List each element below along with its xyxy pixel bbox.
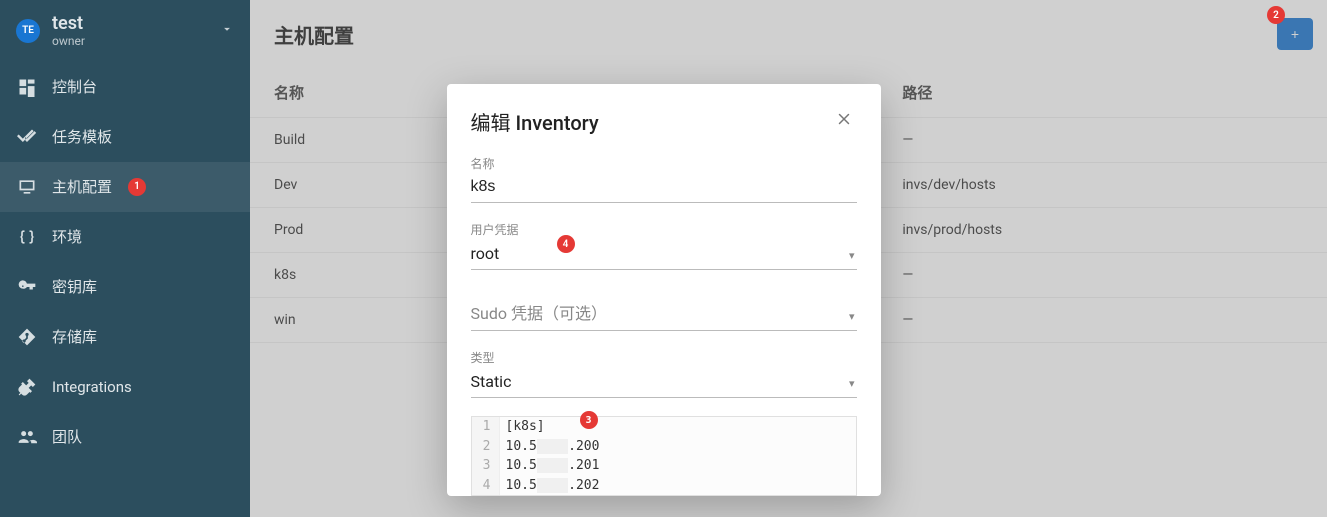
edit-inventory-dialog: 编辑 Inventory 名称 用户凭据 root ▾ 4 Sudo 凭据（可选…: [447, 84, 881, 496]
sidebar-item-environment[interactable]: 环境: [0, 212, 250, 262]
field-sudo-credential: Sudo 凭据（可选） ▾: [471, 296, 857, 331]
dashboard-icon: [16, 76, 38, 98]
code-line: 10.5x.xx.201: [500, 456, 600, 476]
annotation-3: 3: [580, 411, 598, 429]
monitor-icon: [16, 176, 38, 198]
field-label: 用户凭据: [471, 221, 857, 238]
check-all-icon: [16, 126, 38, 148]
sidebar-nav: 控制台 任务模板 主机配置 1 环境 密钥库 存储库: [0, 62, 250, 462]
sidebar-item-team[interactable]: 团队: [0, 412, 250, 462]
field-name: 名称: [471, 155, 857, 203]
plug-icon: [16, 376, 38, 398]
annotation-2: 2: [1267, 6, 1285, 24]
sidebar-item-label: 存储库: [52, 326, 234, 347]
code-line: [k8s]: [500, 417, 545, 437]
sidebar-item-dashboard[interactable]: 控制台: [0, 62, 250, 112]
dialog-title: 编辑 Inventory: [471, 107, 831, 136]
project-role: owner: [52, 34, 220, 48]
annotation-1: 1: [128, 178, 146, 196]
field-label: 类型: [471, 349, 857, 366]
sidebar-item-integrations[interactable]: Integrations: [0, 362, 250, 412]
name-input[interactable]: [471, 174, 857, 203]
sudo-credential-select[interactable]: Sudo 凭据（可选）: [471, 296, 857, 331]
sidebar-item-label: 密钥库: [52, 276, 234, 297]
annotation-4: 4: [557, 235, 575, 253]
code-line: 10.5x.xx.200: [500, 437, 600, 457]
users-icon: [16, 426, 38, 448]
project-name: test: [52, 14, 220, 34]
sidebar-item-label: 任务模板: [52, 126, 234, 147]
sidebar-item-inventory[interactable]: 主机配置 1: [0, 162, 250, 212]
git-icon: [16, 326, 38, 348]
key-icon: [16, 276, 38, 298]
project-info: test owner: [52, 14, 220, 48]
chevron-down-icon: [220, 22, 234, 40]
sidebar-item-task-templates[interactable]: 任务模板: [0, 112, 250, 162]
field-type: 类型 Static ▾: [471, 349, 857, 398]
user-credential-select[interactable]: root: [471, 240, 857, 270]
sidebar-item-label: 控制台: [52, 76, 234, 97]
sidebar-item-keystore[interactable]: 密钥库: [0, 262, 250, 312]
field-label: 名称: [471, 155, 857, 172]
code-line: 10.5x.xx.202: [500, 476, 600, 496]
field-user-credential: 用户凭据 root ▾ 4: [471, 221, 857, 270]
type-select[interactable]: Static: [471, 368, 857, 398]
sidebar-item-label: 团队: [52, 426, 234, 447]
sidebar: TE test owner 控制台 任务模板 主机配置 1: [0, 0, 250, 517]
close-icon[interactable]: [831, 106, 857, 137]
project-switcher[interactable]: TE test owner: [0, 0, 250, 62]
sidebar-item-label: 环境: [52, 226, 234, 247]
sidebar-item-repositories[interactable]: 存储库: [0, 312, 250, 362]
project-avatar: TE: [16, 19, 40, 43]
sidebar-item-label: Integrations: [52, 378, 234, 396]
braces-icon: [16, 226, 38, 248]
inventory-code-editor[interactable]: 3 1[k8s] 210.5x.xx.200 310.5x.xx.201 410…: [471, 416, 857, 496]
